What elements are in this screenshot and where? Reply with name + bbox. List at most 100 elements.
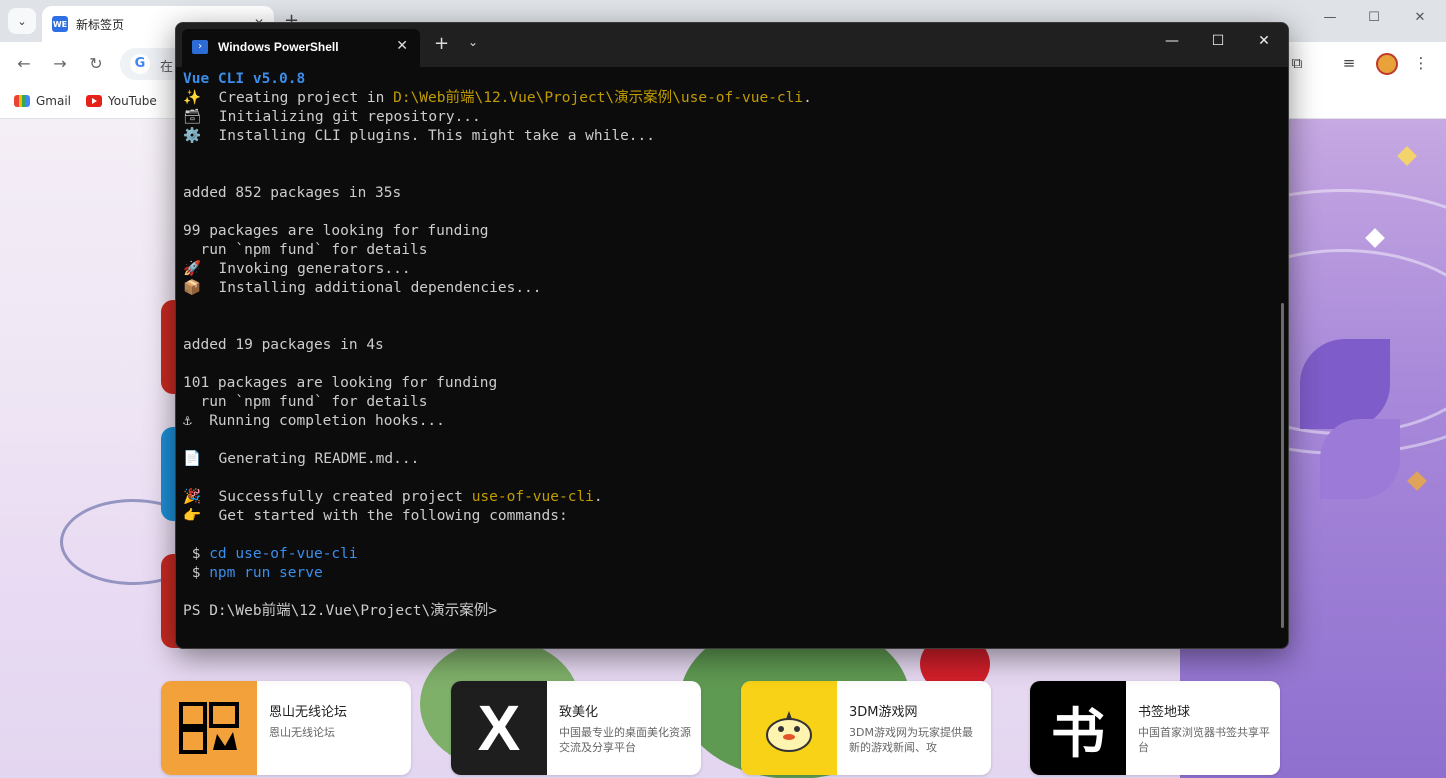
profile-avatar[interactable] — [1376, 53, 1398, 75]
terminal-text-segment: 📦 Installing additional dependencies... — [183, 280, 542, 296]
menu-kebab-icon[interactable]: ⋮ — [1410, 54, 1432, 72]
terminal-maximize-button[interactable]: ☐ — [1206, 33, 1230, 49]
wallpaper-flower — [1300, 339, 1390, 429]
terminal-text-segment: . — [593, 489, 603, 505]
minimize-button[interactable]: — — [1318, 10, 1342, 25]
terminal-text-segment: run `npm fund` for details — [183, 242, 428, 258]
chevron-down-icon[interactable]: ⌄ — [468, 35, 478, 49]
gmail-icon — [14, 95, 30, 107]
close-window-button[interactable]: ✕ — [1408, 10, 1432, 25]
terminal-line: 🚀 Invoking generators... — [183, 260, 1273, 279]
terminal-text-segment: use-of-vue-cli — [471, 489, 594, 505]
maximize-button[interactable]: ☐ — [1362, 10, 1386, 25]
terminal-minimize-button[interactable]: — — [1160, 33, 1184, 49]
back-button[interactable]: ← — [14, 54, 34, 73]
terminal-line: PS D:\Web前端\12.Vue\Project\演示案例> — [183, 602, 1273, 621]
bookmark-label: Gmail — [36, 94, 72, 108]
shortcut-zhimeihua[interactable]: X 致美化 中国最专业的桌面美化资源交流及分享平台 — [451, 681, 701, 775]
terminal-text-segment: $ — [183, 546, 210, 562]
terminal-text-segment: added 852 packages in 35s — [183, 185, 402, 201]
forward-button[interactable]: → — [50, 54, 70, 73]
extensions-icon[interactable]: ⧉ — [1286, 54, 1308, 72]
terminal-text-segment: 🎉 Successfully created project — [183, 489, 472, 505]
terminal-close-button[interactable]: ✕ — [1252, 33, 1276, 49]
terminal-text-segment: ⚓ Running completion hooks... — [183, 413, 445, 429]
terminal-text-segment: 👉 Get started with the following command… — [183, 508, 568, 524]
terminal-text-segment: 99 packages are looking for funding — [183, 223, 489, 239]
bookmark-youtube[interactable]: YouTube — [86, 94, 157, 108]
terminal-text-segment: cd use-of-vue-cli — [209, 546, 358, 562]
terminal-line: 🎉 Successfully created project use-of-vu… — [183, 488, 1273, 507]
terminal-text-segment: 🚀 Invoking generators... — [183, 261, 411, 277]
shortcut-enshan[interactable]: 恩山无线论坛 恩山无线论坛 — [161, 681, 411, 775]
zhimeihua-x-icon: X — [451, 681, 547, 775]
media-control-icon[interactable]: ≡ — [1338, 54, 1360, 72]
shortcut-3dm[interactable]: 3DM游戏网 3DM游戏网为玩家提供最新的游戏新闻、攻 — [741, 681, 991, 775]
youtube-icon — [86, 95, 102, 107]
shortcut-description: 中国首家浏览器书签共享平台 — [1138, 726, 1270, 754]
enshan-logo-icon — [161, 681, 257, 775]
terminal-line: $ cd use-of-vue-cli — [183, 545, 1273, 564]
tab-title: 新标签页 — [76, 17, 125, 32]
reload-button[interactable]: ↻ — [86, 54, 106, 73]
terminal-line: run `npm fund` for details — [183, 241, 1273, 260]
shortcut-title: 3DM游戏网 — [849, 705, 918, 720]
shortcut-description: 恩山无线论坛 — [269, 726, 335, 739]
new-terminal-tab-button[interactable]: + — [434, 33, 449, 54]
tab-favicon-icon: WE — [52, 16, 68, 32]
shortcut-description: 中国最专业的桌面美化资源交流及分享平台 — [559, 726, 691, 754]
terminal-text-segment: 📄 Generating README.md... — [183, 451, 420, 467]
google-icon: G — [130, 54, 150, 74]
terminal-line: 101 packages are looking for funding — [183, 374, 1273, 393]
terminal-tab-title: Windows PowerShell — [218, 40, 339, 54]
shortcut-shuqian[interactable]: 书 书签地球 中国首家浏览器书签共享平台 — [1030, 681, 1280, 775]
terminal-output[interactable]: Vue CLI v5.0.8 ✨ Creating project in D:\W… — [183, 70, 1273, 640]
terminal-text-segment: . — [803, 90, 812, 106]
powershell-icon: › — [192, 40, 208, 54]
shortcut-title: 书签地球 — [1138, 705, 1191, 720]
terminal-text-segment: $ — [183, 565, 210, 581]
terminal-text-segment: PS D:\Web前端\12.Vue\Project\演示案例> — [183, 603, 497, 619]
close-icon[interactable]: ✕ — [396, 38, 408, 54]
terminal-text-segment: ✨ Creating project in — [183, 90, 394, 106]
3dm-duck-icon — [741, 681, 837, 775]
terminal-text-segment: 🗃 Initializing git repository... — [183, 109, 481, 125]
terminal-tab[interactable]: › Windows PowerShell ✕ — [182, 29, 420, 67]
terminal-line: added 19 packages in 4s — [183, 336, 1273, 355]
shortcut-title: 恩山无线论坛 — [269, 705, 348, 720]
terminal-line: 🗃 Initializing git repository... — [183, 108, 1273, 127]
wallpaper-flower — [1320, 419, 1400, 499]
bookmark-gmail[interactable]: Gmail — [14, 94, 71, 108]
terminal-line: Vue CLI v5.0.8 — [183, 70, 1273, 89]
terminal-text-segment: npm run serve — [209, 565, 323, 581]
bookmark-label: YouTube — [108, 94, 157, 108]
terminal-line: run `npm fund` for details — [183, 393, 1273, 412]
powershell-window: › Windows PowerShell ✕ + ⌄ — ☐ ✕ Vue CLI… — [175, 22, 1289, 649]
terminal-line: 99 packages are looking for funding — [183, 222, 1273, 241]
shortcut-icon-glyph: 书 — [1051, 701, 1105, 765]
terminal-line: 📦 Installing additional dependencies... — [183, 279, 1273, 298]
tab-search-button[interactable]: ⌄ — [8, 8, 36, 34]
shortcut-icon-glyph: X — [477, 692, 521, 764]
terminal-scrollbar[interactable] — [1281, 303, 1284, 628]
terminal-text-segment: 101 packages are looking for funding — [183, 375, 498, 391]
terminal-text-segment: run `npm fund` for details — [183, 394, 428, 410]
terminal-line: ⚙️ Installing CLI plugins. This might ta… — [183, 127, 1273, 146]
terminal-line: ✨ Creating project in D:\Web前端\12.Vue\Pr… — [183, 89, 1273, 108]
terminal-line: 📄 Generating README.md... — [183, 450, 1273, 469]
chevron-down-icon: ⌄ — [17, 14, 27, 28]
terminal-line: added 852 packages in 35s — [183, 184, 1273, 203]
terminal-text-segment: ⚙️ Installing CLI plugins. This might ta… — [183, 128, 656, 144]
terminal-line: ⚓ Running completion hooks... — [183, 412, 1273, 431]
terminal-text-segment: D:\Web前端\12.Vue\Project\演示案例\use-of-vue-… — [393, 90, 804, 106]
